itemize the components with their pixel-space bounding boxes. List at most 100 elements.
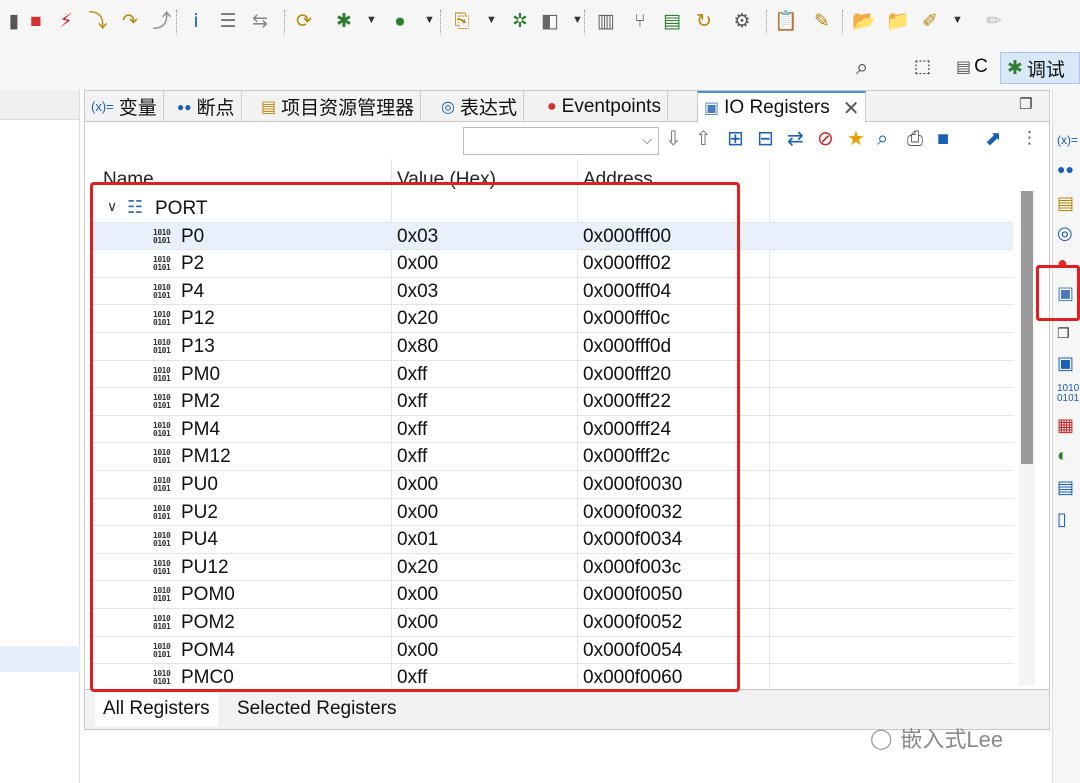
variables-icon[interactable]: (x)= [1057, 134, 1078, 146]
tab-all-registers[interactable]: All Registers [95, 692, 218, 726]
refresh-icon[interactable]: ⇄ [787, 129, 804, 149]
table-row[interactable]: 1010 0101 POM2 0x00 0x000f0052 [91, 609, 1013, 637]
use-step-filters-icon[interactable]: ⇆ [248, 8, 272, 34]
group-row-port[interactable]: ∨ ☷ PORT [91, 195, 1013, 223]
tab-expressions[interactable]: ◎ 表达式 [435, 91, 524, 122]
search-icon[interactable]: ⌕ [856, 54, 868, 80]
save-icon[interactable]: ■ [937, 129, 949, 149]
move-down-icon[interactable]: ⇩ [665, 129, 682, 149]
eventpoints-icon[interactable]: ● [1057, 254, 1068, 272]
favorite-icon[interactable]: ★ [847, 129, 865, 149]
drop-to-frame-icon[interactable]: ☰ [216, 8, 240, 34]
tab-variables[interactable]: (x)= 变量 [85, 91, 164, 122]
column-header-address[interactable]: Address [583, 169, 653, 191]
step-into-icon[interactable]: ⤵ [86, 8, 110, 34]
project-explorer-icon[interactable]: ▤ [1057, 194, 1074, 212]
reload-icon[interactable]: ↻ [692, 8, 716, 34]
tab-eventpoints[interactable]: ● Eventpoints [541, 91, 668, 122]
view-menu-icon[interactable]: ⋮ [1021, 129, 1038, 146]
tab-io-registers[interactable]: ▣ IO Registers ✕ [697, 91, 867, 123]
table-row[interactable]: 1010 0101 PU2 0x00 0x000f0032 [91, 499, 1013, 527]
dropdown-arrow-icon[interactable]: ▼ [424, 14, 435, 26]
table-row[interactable]: 1010 0101 P13 0x80 0x000fff0d [91, 333, 1013, 361]
restore-icon[interactable]: ❐ [1057, 326, 1070, 340]
register-icon: 1010 0101 [153, 641, 171, 659]
open-perspective-icon[interactable]: ⬚ [914, 56, 931, 77]
collapse-all-icon[interactable]: ⊟ [757, 129, 774, 149]
dropdown-arrow-icon[interactable]: ▼ [952, 14, 963, 26]
debug-icon[interactable]: ✱ [332, 8, 356, 34]
left-pane-selected-row[interactable] [0, 646, 80, 672]
pen-icon[interactable]: ✎ [810, 8, 834, 34]
restart-icon[interactable]: ⟳ [292, 8, 316, 34]
tab-selected-registers[interactable]: Selected Registers [229, 692, 404, 726]
scrollbar-thumb[interactable] [1021, 191, 1033, 464]
memory-icon[interactable]: 1010 0101 [1057, 384, 1079, 404]
print-icon[interactable]: ⎙ [907, 129, 923, 149]
table-row[interactable]: 1010 0101 PM12 0xff 0x000fff2c [91, 443, 1013, 471]
brush-icon[interactable]: ✐ [918, 8, 942, 34]
table-row[interactable]: 1010 0101 POM0 0x00 0x000f0050 [91, 581, 1013, 609]
clipboard-icon[interactable]: 📋 [774, 8, 798, 34]
register-value: 0x03 [397, 225, 439, 247]
step-return-icon[interactable]: ⤴ [150, 8, 174, 34]
table-row[interactable]: 1010 0101 P2 0x00 0x000fff02 [91, 250, 1013, 278]
step-over-icon[interactable]: ↷ [118, 8, 142, 34]
register-icon[interactable]: ▦ [1057, 416, 1074, 434]
settings-icon[interactable]: ⚙ [730, 8, 754, 34]
chevron-down-icon[interactable]: ∨ [107, 198, 117, 215]
profile-icon[interactable]: ✲ [508, 8, 532, 34]
pencil-disabled-icon[interactable]: ✏ [982, 8, 1006, 34]
table-row[interactable]: 1010 0101 PM4 0xff 0x000fff24 [91, 416, 1013, 444]
table-row[interactable]: 1010 0101 P4 0x03 0x000fff04 [91, 278, 1013, 306]
dropdown-arrow-icon[interactable]: ▼ [486, 14, 497, 26]
table-row[interactable]: 1010 0101 PU4 0x01 0x000f0034 [91, 526, 1013, 554]
dropdown-arrow-icon[interactable]: ▼ [366, 14, 377, 26]
external-tools-icon[interactable]: ⎘ [450, 8, 474, 34]
column-header-name[interactable]: Name [103, 169, 154, 191]
database-icon[interactable]: ▯ [1057, 510, 1067, 528]
table-row[interactable]: 1010 0101 PU0 0x00 0x000f0030 [91, 471, 1013, 499]
open-folder-icon[interactable]: 📂 [852, 8, 876, 34]
vertical-scrollbar[interactable] [1019, 191, 1035, 686]
terminate-icon[interactable]: ■ [24, 8, 48, 34]
memory-icon[interactable]: ▤ [660, 8, 684, 34]
tab-project-explorer[interactable]: ▤ 项目资源管理器 [255, 91, 422, 122]
restore-icon[interactable]: ❐ [1019, 95, 1032, 113]
register-filter-select[interactable]: ⌵ [463, 127, 659, 155]
expressions-icon[interactable]: ◎ [1057, 224, 1073, 242]
save-folder-icon[interactable]: 📁 [886, 8, 910, 34]
io-registers-icon[interactable]: ▣ [1057, 284, 1074, 302]
move-up-icon[interactable]: ⇧ [695, 129, 712, 149]
close-icon[interactable]: ✕ [843, 96, 860, 121]
skip-breakpoints-icon[interactable]: ◧ [538, 8, 562, 34]
register-value: 0xff [397, 667, 428, 687]
perspective-c-button[interactable]: ▤ C [952, 52, 992, 82]
table-row[interactable]: 1010 0101 PMC0 0xff 0x000f0060 [91, 664, 1013, 687]
columns-icon[interactable]: ▥ [594, 8, 618, 34]
table-row[interactable]: 1010 0101 PM0 0xff 0x000fff20 [91, 361, 1013, 389]
dropdown-arrow-icon[interactable]: ▼ [572, 14, 583, 26]
tab-breakpoints[interactable]: ●● 断点 [171, 91, 242, 122]
find-icon[interactable]: ⌕ [877, 129, 888, 149]
register-icon: 1010 0101 [153, 448, 171, 466]
instruction-step-icon[interactable]: ⅰ [184, 8, 208, 34]
monitor-icon[interactable]: ▣ [1057, 354, 1074, 372]
console-icon[interactable]: ▤ [1057, 478, 1074, 496]
table-row[interactable]: 1010 0101 PU12 0x20 0x000f003c [91, 554, 1013, 582]
run-icon[interactable]: ● [388, 8, 412, 34]
branch-icon[interactable]: ⑂ [628, 8, 652, 34]
table-row[interactable]: 1010 0101 POM4 0x00 0x000f0054 [91, 637, 1013, 665]
expand-all-icon[interactable]: ⊞ [727, 129, 744, 149]
table-row[interactable]: 1010 0101 P12 0x20 0x000fff0c [91, 305, 1013, 333]
column-header-value[interactable]: Value (Hex) [397, 169, 496, 191]
globe-icon[interactable]: ◐ [1057, 446, 1068, 464]
breakpoints-icon[interactable]: ●● [1057, 162, 1074, 176]
step-marker-icon[interactable]: ▮ [2, 8, 26, 34]
table-row[interactable]: 1010 0101 PM2 0xff 0x000fff22 [91, 388, 1013, 416]
disable-icon[interactable]: ⊘ [817, 129, 834, 149]
table-row[interactable]: 1010 0101 P0 0x03 0x000fff00 [91, 222, 1013, 251]
export-icon[interactable]: ⬈ [985, 129, 1002, 149]
disconnect-icon[interactable]: ⚡ [54, 8, 78, 34]
perspective-debug-button[interactable]: ✱ 调试 [1000, 52, 1080, 84]
